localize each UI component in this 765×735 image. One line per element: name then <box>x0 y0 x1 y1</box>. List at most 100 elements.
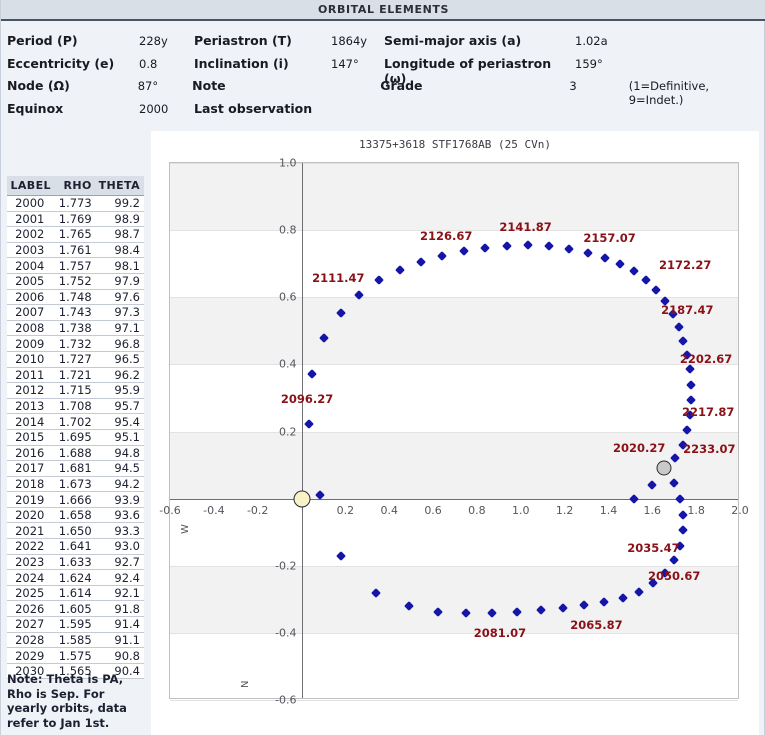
cell-rho: 1.769 <box>56 211 96 228</box>
orbit-point <box>522 240 533 251</box>
orbit-date-label: 2111.47 <box>312 270 365 285</box>
x-axis-tick-label: 1.0 <box>512 503 530 517</box>
plot-title: 13375+3618 STF1768AB (25 CVn) <box>358 138 552 151</box>
cell-label: 2016 <box>7 445 57 462</box>
orbit-date-label: 2081.07 <box>473 625 527 640</box>
element-value: 147° <box>331 56 359 71</box>
orbit-point <box>501 240 512 251</box>
x-axis-tick-label: 1.4 <box>599 503 618 517</box>
cell-rho: 1.658 <box>56 507 96 524</box>
cell-theta: 91.1 <box>95 632 144 649</box>
cell-label: 2014 <box>7 413 57 430</box>
cell-theta: 98.7 <box>95 226 144 243</box>
ephemeris-body: 2000 1.773 99.2 2001 1.769 98.9 2002 1.765 98.7 2… <box>7 195 144 680</box>
cell-theta: 95.1 <box>95 429 144 446</box>
cell-theta: 97.3 <box>95 304 144 321</box>
table-row: 2010 1.727 96.5 <box>7 351 144 368</box>
table-row: 2023 1.633 92.7 <box>7 554 144 571</box>
cell-rho: 1.757 <box>56 257 96 274</box>
table-row: 2025 1.614 92.1 <box>7 585 144 602</box>
cell-rho: 1.773 <box>56 195 96 212</box>
orbit-date-label: 2187.47 <box>661 303 714 317</box>
orbit-point <box>669 555 680 566</box>
table-row: 2029 1.575 90.8 <box>7 647 144 664</box>
cell-rho: 1.681 <box>56 460 96 477</box>
column-header-theta: THETA <box>95 176 144 196</box>
primary-star-marker <box>293 490 311 508</box>
x-axis-tick-label: -0.6 <box>159 503 181 517</box>
cell-label: 2029 <box>7 647 57 664</box>
cell-label: 2015 <box>7 429 57 446</box>
element-label: Grade <box>380 78 423 93</box>
cell-label: 2013 <box>7 398 57 415</box>
x-axis-tick-label: -0.4 <box>203 503 225 517</box>
x-axis-tick-label: 1.2 <box>555 503 574 517</box>
cell-theta: 96.2 <box>95 367 144 384</box>
cell-label: 2002 <box>7 226 57 243</box>
cell-label: 2018 <box>7 476 57 493</box>
table-row: 2026 1.605 91.8 <box>7 600 144 618</box>
cell-theta: 95.7 <box>95 398 144 415</box>
y-axis-line <box>301 163 303 698</box>
cell-rho: 1.633 <box>56 554 96 571</box>
cell-theta: 97.1 <box>95 320 144 337</box>
cell-theta: 91.4 <box>95 616 144 633</box>
cell-theta: 97.6 <box>95 289 144 306</box>
ephemeris-note: Note: Theta is PA, Rho is Sep. For yearl… <box>7 672 127 730</box>
table-row: 2009 1.732 96.8 <box>7 335 144 352</box>
cell-label: 2024 <box>7 569 57 586</box>
cell-label: 2004 <box>7 257 57 274</box>
ephemeris-head: LABEL RHO THETA <box>7 176 144 196</box>
cell-theta: 96.5 <box>95 351 144 368</box>
table-row: 2020 1.658 93.6 <box>7 507 144 524</box>
page-title: ORBITAL ELEMENTS <box>317 3 450 16</box>
orbit-point <box>480 242 491 253</box>
y-axis-tick-label: 0.8 <box>279 223 297 237</box>
cell-rho: 1.765 <box>56 226 96 243</box>
cell-theta: 98.1 <box>95 257 144 274</box>
cell-theta: 94.5 <box>95 460 144 477</box>
cell-theta: 93.6 <box>95 507 144 524</box>
cell-rho: 1.752 <box>56 273 96 290</box>
cell-rho: 1.595 <box>56 616 96 633</box>
table-row: 2013 1.708 95.7 <box>7 398 144 415</box>
y-axis-tick-label: 0.2 <box>279 425 297 438</box>
element-label: Periastron (T) <box>194 33 292 48</box>
cell-rho: 1.575 <box>56 647 96 664</box>
cell-label: 2020 <box>7 507 57 524</box>
orbit-date-label: 2157.07 <box>583 230 636 245</box>
table-row: 2027 1.595 91.4 <box>7 616 144 633</box>
cell-theta: 90.8 <box>95 647 144 664</box>
x-axis-tick-label: 0.4 <box>380 503 398 517</box>
cell-rho: 1.624 <box>56 569 96 586</box>
orbital-elements-block: Period (P) 228y Periastron (T) 1864y Semi-ma… <box>1 23 765 128</box>
cell-theta: 98.9 <box>95 211 144 228</box>
element-value: 87° <box>137 79 159 93</box>
orbit-point <box>614 258 625 269</box>
y-axis-tick-label: 0.6 <box>279 290 297 304</box>
cell-rho: 1.666 <box>56 491 96 508</box>
table-row: 2021 1.650 93.3 <box>7 522 144 540</box>
orbit-point <box>641 274 652 285</box>
cell-rho: 1.727 <box>56 351 96 368</box>
table-row: 2022 1.641 93.0 <box>7 538 144 555</box>
cell-rho: 1.738 <box>56 320 96 337</box>
element-label: Semi-major axis (a) <box>384 33 522 48</box>
page-title-bar: ORBITAL ELEMENTS <box>1 0 765 21</box>
plot-band <box>170 163 738 231</box>
cell-label: 2019 <box>7 491 57 508</box>
element-value: 2000 <box>139 101 169 116</box>
orbit-date-label: 2096.27 <box>280 391 334 406</box>
cell-label: 2008 <box>7 320 57 337</box>
cell-rho: 1.650 <box>56 522 96 540</box>
cell-theta: 98.4 <box>95 242 144 259</box>
axis-direction-label-west: W <box>179 523 191 534</box>
table-row: 2028 1.585 91.1 <box>7 632 144 649</box>
cell-theta: 93.0 <box>95 538 144 555</box>
orbital-element-row: Eccentricity (e) 0.8 Inclination (i) 147° Lo… <box>7 56 765 86</box>
element-label: Node (Ω) <box>7 78 70 93</box>
orbit-date-label: 2217.87 <box>682 405 735 420</box>
x-axis-tick-label: 0.6 <box>424 503 442 517</box>
cell-label: 2001 <box>7 211 57 228</box>
orbit-point <box>458 245 469 256</box>
